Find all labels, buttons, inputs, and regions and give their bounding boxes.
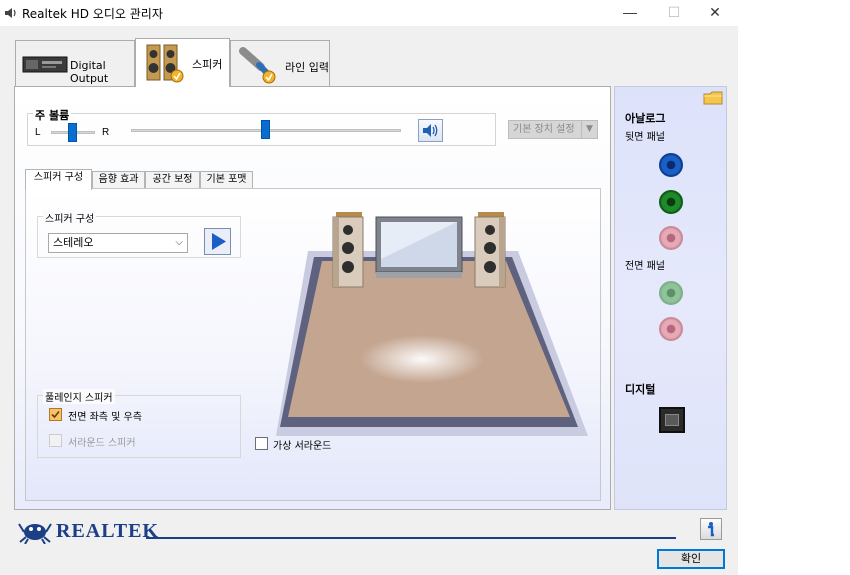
surround-speakers-label: 서라운드 스피커: [68, 438, 136, 449]
speaker-icon: [146, 44, 184, 83]
jack-front-green[interactable]: [659, 281, 683, 305]
realtek-window: Realtek HD 오디오 관리자 — ☐ ✕ Digital Output …: [0, 0, 738, 575]
monitor-icon: [375, 216, 463, 278]
balance-right-label: R: [102, 127, 110, 138]
fullrange-speakers-title: 풀레인지 스피커: [43, 389, 115, 404]
digital-output-device-icon: [22, 56, 68, 73]
tab-line-in-label: 라인 입력: [285, 61, 329, 74]
left-speaker-icon: [332, 212, 364, 288]
volume-speaker-icon: [423, 124, 438, 137]
chevron-down-icon: ⌵: [175, 237, 183, 248]
back-panel-label: 뒷면 패널: [625, 132, 665, 143]
jack-front-pink[interactable]: [659, 317, 683, 341]
tab-speaker-label: 스피커: [192, 58, 223, 71]
speaker-config-value: 스테레오: [53, 236, 94, 249]
jack-blue[interactable]: [659, 153, 683, 177]
realtek-crab-logo: [18, 523, 52, 544]
subtab-room-correction[interactable]: 공간 보정: [145, 171, 200, 189]
tab-line-in[interactable]: 라인 입력: [230, 40, 330, 86]
tab-digital-output[interactable]: Digital Output: [15, 40, 135, 86]
tab-speaker[interactable]: 스피커: [135, 38, 230, 87]
speaker-app-icon: [5, 8, 16, 18]
tab-digital-output-label: Digital Output: [70, 59, 109, 85]
analog-title: 아날로그: [625, 112, 666, 125]
line-in-icon: [239, 47, 276, 84]
digital-port-icon[interactable]: [659, 407, 685, 433]
subtab-speaker-config[interactable]: 스피커 구성: [25, 169, 92, 190]
speaker-config-group-title: 스피커 구성: [43, 210, 97, 225]
virtual-surround-label: 가상 서라운드: [273, 441, 332, 452]
jack-pink[interactable]: [659, 226, 683, 250]
subtab-sound-effects[interactable]: 음향 효과: [92, 171, 145, 189]
close-button[interactable]: ✕: [692, 0, 738, 26]
mute-button[interactable]: [418, 119, 443, 142]
balance-left-label: L: [35, 127, 41, 138]
title-bar: Realtek HD 오디오 관리자 — ☐ ✕: [0, 0, 738, 26]
footer: REALTEK 확인: [0, 510, 738, 575]
window-title: Realtek HD 오디오 관리자: [22, 7, 163, 21]
volume-slider-thumb[interactable]: [261, 120, 270, 139]
info-icon: [708, 522, 714, 537]
maximize-button[interactable]: ☐: [651, 0, 697, 26]
front-panel-label: 전면 패널: [625, 261, 665, 272]
connector-panel: 아날로그 뒷면 패널 전면 패널 디지털: [614, 86, 727, 510]
info-button[interactable]: [700, 518, 722, 540]
front-lr-label: 전면 좌측 및 우측: [68, 412, 142, 423]
speaker-config-select[interactable]: 스테레오 ⌵: [48, 233, 188, 253]
speaker-config-panel: 스테레오 ⌵ 스피커 구성 풀레인지 스피커 전면 좌측 및 우측 서라운드 스…: [25, 188, 601, 501]
ok-button[interactable]: 확인: [657, 549, 725, 569]
realtek-brand: REALTEK: [56, 520, 159, 542]
default-device-dropdown[interactable]: 기본 장치 설정 ▼: [508, 120, 598, 139]
surround-speakers-checkbox[interactable]: [49, 434, 62, 447]
play-test-button[interactable]: [204, 228, 231, 255]
play-icon: [212, 233, 226, 250]
minimize-button[interactable]: —: [607, 0, 653, 26]
chevron-down-icon: ▼: [581, 121, 597, 138]
footer-divider: [146, 537, 676, 539]
right-speaker-icon: [474, 212, 506, 288]
virtual-surround-checkbox[interactable]: [255, 437, 268, 450]
speaker-panel: 주 볼륨 L R 기본 장치 설정 ▼ 스피커 구성 음향 효과 공간 보정 기…: [14, 86, 611, 510]
front-lr-checkbox[interactable]: [49, 408, 62, 421]
digital-title: 디지털: [625, 383, 656, 396]
balance-slider-thumb[interactable]: [68, 123, 77, 142]
default-device-label: 기본 장치 설정: [513, 124, 575, 135]
main-volume-title: 주 볼륨: [33, 107, 72, 123]
jack-green[interactable]: [659, 190, 683, 214]
folder-icon[interactable]: [703, 90, 723, 106]
checkmark-icon: [51, 410, 60, 419]
speaker-room-visual: [276, 212, 588, 436]
subtab-default-format[interactable]: 기본 포맷: [200, 171, 253, 189]
